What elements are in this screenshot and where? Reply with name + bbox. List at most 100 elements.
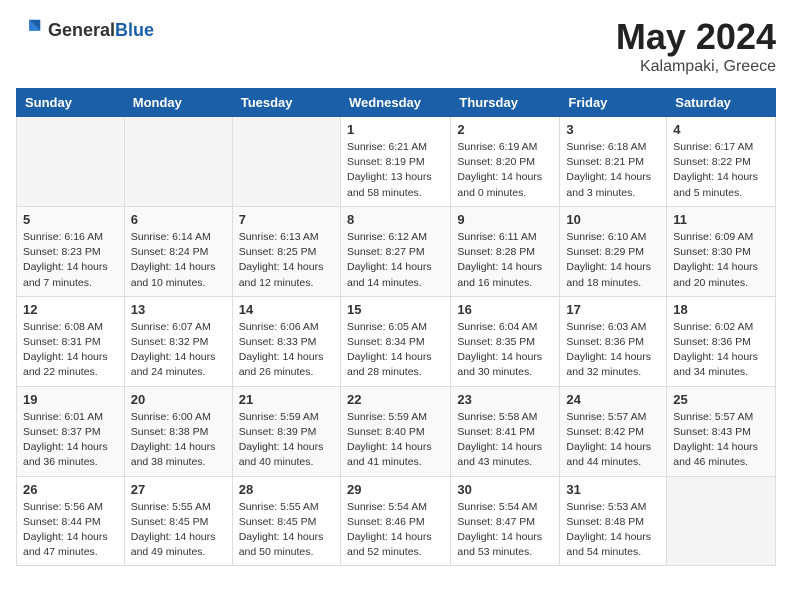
day-number: 7 (239, 212, 334, 227)
day-info: Sunrise: 5:54 AMSunset: 8:46 PMDaylight:… (347, 500, 444, 561)
calendar-day-cell: 11 Sunrise: 6:09 AMSunset: 8:30 PMDayligh… (667, 206, 776, 296)
calendar-day-cell: 17 Sunrise: 6:03 AMSunset: 8:36 PMDayligh… (560, 296, 667, 386)
day-number: 6 (131, 212, 226, 227)
day-number: 21 (239, 392, 334, 407)
day-number: 18 (673, 302, 769, 317)
day-number: 29 (347, 482, 444, 497)
calendar-day-cell: 21 Sunrise: 5:59 AMSunset: 8:39 PMDayligh… (232, 386, 340, 476)
calendar-day-cell: 15Sunrise: 6:05 AMSunset: 8:34 PMDayligh… (340, 296, 450, 386)
weekday-header-saturday: Saturday (667, 89, 776, 117)
calendar-day-cell (667, 476, 776, 566)
day-info: Sunrise: 6:07 AMSunset: 8:32 PMDaylight:… (131, 320, 226, 381)
calendar-day-cell: 4 Sunrise: 6:17 AMSunset: 8:22 PMDaylight… (667, 117, 776, 207)
day-number: 31 (566, 482, 660, 497)
day-info: Sunrise: 6:19 AMSunset: 8:20 PMDaylight:… (457, 140, 553, 201)
title-block: May 2024 Kalampaki, Greece (616, 16, 776, 76)
day-info: Sunrise: 5:57 AMSunset: 8:42 PMDaylight:… (566, 410, 660, 471)
day-number: 22 (347, 392, 444, 407)
calendar-day-cell: 5Sunrise: 6:16 AMSunset: 8:23 PMDaylight… (17, 206, 125, 296)
calendar-day-cell: 18Sunrise: 6:02 AMSunset: 8:36 PMDayligh… (667, 296, 776, 386)
calendar-day-cell: 25 Sunrise: 5:57 AMSunset: 8:43 PMDayligh… (667, 386, 776, 476)
weekday-header-row: SundayMondayTuesdayWednesdayThursdayFrid… (17, 89, 776, 117)
calendar-week-row: 1Sunrise: 6:21 AMSunset: 8:19 PMDaylight… (17, 117, 776, 207)
day-info: Sunrise: 6:06 AMSunset: 8:33 PMDaylight:… (239, 320, 334, 381)
calendar-day-cell: 7 Sunrise: 6:13 AMSunset: 8:25 PMDaylight… (232, 206, 340, 296)
day-number: 1 (347, 122, 444, 137)
calendar-day-cell: 12 Sunrise: 6:08 AMSunset: 8:31 PMDayligh… (17, 296, 125, 386)
day-info: Sunrise: 5:59 AMSunset: 8:39 PMDaylight:… (239, 410, 334, 471)
day-info: Sunrise: 5:53 AMSunset: 8:48 PMDaylight:… (566, 500, 660, 561)
calendar-day-cell: 2 Sunrise: 6:19 AMSunset: 8:20 PMDaylight… (451, 117, 560, 207)
weekday-header-monday: Monday (124, 89, 232, 117)
calendar-day-cell (17, 117, 125, 207)
calendar-day-cell: 26Sunrise: 5:56 AMSunset: 8:44 PMDayligh… (17, 476, 125, 566)
calendar-week-row: 26Sunrise: 5:56 AMSunset: 8:44 PMDayligh… (17, 476, 776, 566)
calendar-day-cell: 16 Sunrise: 6:04 AMSunset: 8:35 PMDayligh… (451, 296, 560, 386)
calendar-day-cell: 19 Sunrise: 6:01 AMSunset: 8:37 PMDayligh… (17, 386, 125, 476)
day-number: 4 (673, 122, 769, 137)
calendar-day-cell: 3Sunrise: 6:18 AMSunset: 8:21 PMDaylight… (560, 117, 667, 207)
day-number: 2 (457, 122, 553, 137)
day-number: 11 (673, 212, 769, 227)
calendar-title: May 2024 (616, 16, 776, 58)
day-info: Sunrise: 6:14 AMSunset: 8:24 PMDaylight:… (131, 230, 226, 291)
calendar-day-cell: 27 Sunrise: 5:55 AMSunset: 8:45 PMDayligh… (124, 476, 232, 566)
day-number: 26 (23, 482, 118, 497)
calendar-day-cell: 1Sunrise: 6:21 AMSunset: 8:19 PMDaylight… (340, 117, 450, 207)
day-info: Sunrise: 5:55 AMSunset: 8:45 PMDaylight:… (131, 500, 226, 561)
logo-blue: Blue (115, 20, 154, 40)
calendar-location: Kalampaki, Greece (616, 58, 776, 76)
calendar-day-cell: 28 Sunrise: 5:55 AMSunset: 8:45 PMDayligh… (232, 476, 340, 566)
day-info: Sunrise: 6:01 AMSunset: 8:37 PMDaylight:… (23, 410, 118, 471)
day-info: Sunrise: 6:03 AMSunset: 8:36 PMDaylight:… (566, 320, 660, 381)
day-info: Sunrise: 5:55 AMSunset: 8:45 PMDaylight:… (239, 500, 334, 561)
day-info: Sunrise: 6:12 AMSunset: 8:27 PMDaylight:… (347, 230, 444, 291)
weekday-header-wednesday: Wednesday (340, 89, 450, 117)
day-number: 16 (457, 302, 553, 317)
day-number: 20 (131, 392, 226, 407)
day-info: Sunrise: 6:10 AMSunset: 8:29 PMDaylight:… (566, 230, 660, 291)
day-number: 28 (239, 482, 334, 497)
weekday-header-tuesday: Tuesday (232, 89, 340, 117)
day-number: 17 (566, 302, 660, 317)
logo-icon (16, 16, 44, 44)
calendar-day-cell (232, 117, 340, 207)
day-info: Sunrise: 6:09 AMSunset: 8:30 PMDaylight:… (673, 230, 769, 291)
day-info: Sunrise: 6:17 AMSunset: 8:22 PMDaylight:… (673, 140, 769, 201)
calendar-day-cell: 24 Sunrise: 5:57 AMSunset: 8:42 PMDayligh… (560, 386, 667, 476)
day-info: Sunrise: 5:59 AMSunset: 8:40 PMDaylight:… (347, 410, 444, 471)
day-info: Sunrise: 6:00 AMSunset: 8:38 PMDaylight:… (131, 410, 226, 471)
weekday-header-sunday: Sunday (17, 89, 125, 117)
logo-general: General (48, 20, 115, 40)
day-number: 30 (457, 482, 553, 497)
day-number: 14 (239, 302, 334, 317)
calendar-day-cell: 14 Sunrise: 6:06 AMSunset: 8:33 PMDayligh… (232, 296, 340, 386)
day-info: Sunrise: 5:54 AMSunset: 8:47 PMDaylight:… (457, 500, 553, 561)
day-number: 25 (673, 392, 769, 407)
weekday-header-thursday: Thursday (451, 89, 560, 117)
calendar-day-cell: 23Sunrise: 5:58 AMSunset: 8:41 PMDayligh… (451, 386, 560, 476)
calendar-day-cell: 22 Sunrise: 5:59 AMSunset: 8:40 PMDayligh… (340, 386, 450, 476)
day-info: Sunrise: 6:18 AMSunset: 8:21 PMDaylight:… (566, 140, 660, 201)
calendar-day-cell: 13Sunrise: 6:07 AMSunset: 8:32 PMDayligh… (124, 296, 232, 386)
calendar-day-cell: 20 Sunrise: 6:00 AMSunset: 8:38 PMDayligh… (124, 386, 232, 476)
day-info: Sunrise: 5:58 AMSunset: 8:41 PMDaylight:… (457, 410, 553, 471)
calendar-day-cell: 29 Sunrise: 5:54 AMSunset: 8:46 PMDayligh… (340, 476, 450, 566)
logo: GeneralBlue (16, 16, 154, 44)
calendar-week-row: 12 Sunrise: 6:08 AMSunset: 8:31 PMDayligh… (17, 296, 776, 386)
day-info: Sunrise: 6:13 AMSunset: 8:25 PMDaylight:… (239, 230, 334, 291)
page-header: GeneralBlue May 2024 Kalampaki, Greece (16, 16, 776, 76)
day-info: Sunrise: 6:08 AMSunset: 8:31 PMDaylight:… (23, 320, 118, 381)
day-number: 12 (23, 302, 118, 317)
weekday-header-friday: Friday (560, 89, 667, 117)
day-number: 8 (347, 212, 444, 227)
logo-text: GeneralBlue (48, 20, 154, 41)
day-number: 24 (566, 392, 660, 407)
day-info: Sunrise: 6:04 AMSunset: 8:35 PMDaylight:… (457, 320, 553, 381)
day-info: Sunrise: 5:57 AMSunset: 8:43 PMDaylight:… (673, 410, 769, 471)
day-number: 10 (566, 212, 660, 227)
day-number: 27 (131, 482, 226, 497)
calendar-week-row: 19 Sunrise: 6:01 AMSunset: 8:37 PMDayligh… (17, 386, 776, 476)
day-number: 19 (23, 392, 118, 407)
calendar-table: SundayMondayTuesdayWednesdayThursdayFrid… (16, 88, 776, 566)
